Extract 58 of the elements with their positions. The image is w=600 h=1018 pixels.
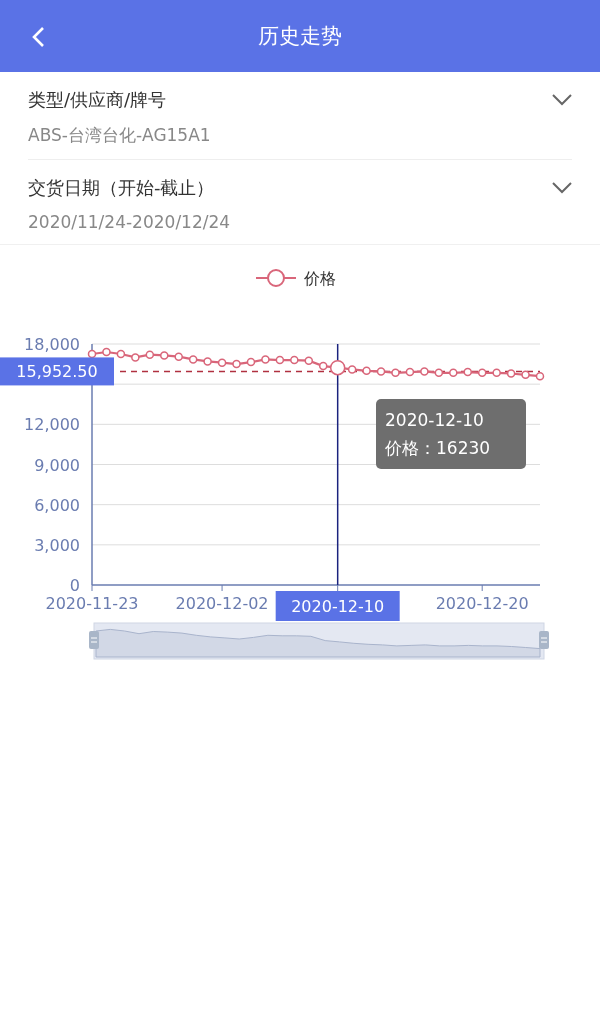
data-point[interactable] <box>131 353 140 362</box>
data-point[interactable] <box>434 368 444 378</box>
legend-line-icon[interactable] <box>255 269 297 287</box>
filter-label: 交货日期（开始-截止） <box>28 176 216 200</box>
data-point[interactable] <box>535 371 545 381</box>
data-point[interactable] <box>329 359 346 376</box>
data-point[interactable] <box>376 367 386 376</box>
data-point[interactable] <box>506 369 516 378</box>
slider-handle-icon[interactable] <box>539 631 549 649</box>
data-point[interactable] <box>174 352 183 361</box>
chevron-down-icon[interactable] <box>552 94 572 106</box>
data-point[interactable] <box>319 361 328 371</box>
data-point[interactable] <box>347 365 357 374</box>
average-tag: 15,952.50 <box>0 357 114 386</box>
y-axis-label: 18,000 <box>24 335 80 354</box>
data-point[interactable] <box>420 367 429 376</box>
data-point[interactable] <box>261 355 270 364</box>
data-point[interactable] <box>391 368 400 378</box>
data-point[interactable] <box>217 358 227 367</box>
legend-label[interactable]: 价格 <box>304 269 336 288</box>
data-point[interactable] <box>304 356 313 365</box>
tooltip-value: 价格：16230 <box>385 438 491 458</box>
tooltip-date: 2020-12-10 <box>385 410 484 430</box>
chevron-down-icon[interactable] <box>552 182 572 194</box>
y-axis-label: 3,000 <box>34 535 80 555</box>
data-point[interactable] <box>160 351 169 360</box>
data-point[interactable] <box>188 355 198 364</box>
data-point[interactable] <box>492 368 501 378</box>
data-point[interactable] <box>275 355 285 365</box>
filter-value[interactable]: 2020/11/24-2020/12/24 <box>28 212 231 232</box>
ref-line-label: 15,952.50 <box>16 362 98 382</box>
data-point[interactable] <box>246 357 256 367</box>
y-axis-label: 9,000 <box>34 455 80 475</box>
data-point[interactable] <box>116 349 126 359</box>
data-point[interactable] <box>463 367 472 377</box>
x-axis-label: 2020-12-20 <box>435 594 529 613</box>
x-axis-label: 2020-11-23 <box>45 594 139 613</box>
data-point[interactable] <box>362 366 371 376</box>
data-point[interactable] <box>203 357 212 366</box>
data-point[interactable] <box>232 359 241 369</box>
zoom-slider[interactable] <box>93 622 545 660</box>
filter-value[interactable]: ABS-台湾台化-AG15A1 <box>28 124 211 147</box>
data-point[interactable] <box>477 368 487 378</box>
data-point[interactable] <box>405 367 415 377</box>
filter-label: 类型/供应商/牌号 <box>28 88 168 112</box>
data-point[interactable] <box>449 368 458 378</box>
data-point[interactable] <box>290 355 299 365</box>
pointer-tag: 2020-12-10 <box>275 591 400 621</box>
y-axis-label: 0 <box>69 576 80 595</box>
x-tick-label: 2020-12-10 <box>291 597 385 616</box>
x-axis-label: 2020-12-02 <box>175 594 269 613</box>
y-axis-label: 12,000 <box>24 415 80 435</box>
data-point[interactable] <box>102 347 111 357</box>
y-axis-label: 6,000 <box>34 495 80 515</box>
slider-handle-icon[interactable] <box>89 631 99 649</box>
data-point[interactable] <box>145 350 155 359</box>
data-point[interactable] <box>521 370 530 380</box>
page-title: 历史走势 <box>258 23 342 50</box>
